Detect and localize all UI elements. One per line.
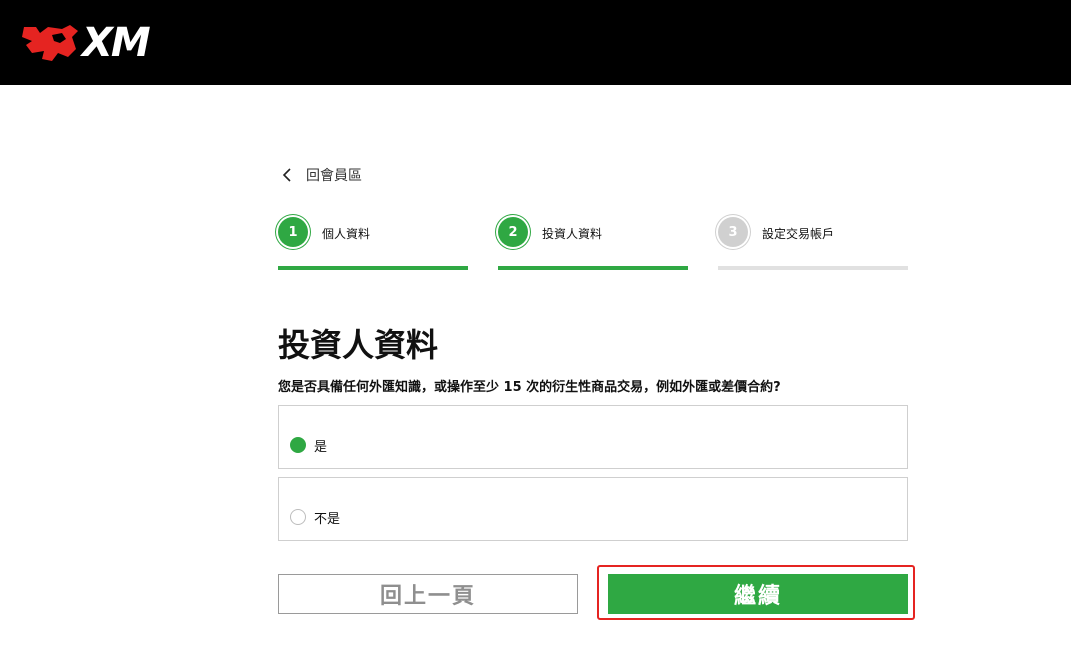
step-label: 設定交易帳戶	[762, 227, 835, 241]
step-progress-bar	[498, 266, 688, 270]
step-label: 投資人資料	[542, 227, 603, 241]
step-personal-info: 1 個人資料	[278, 216, 468, 272]
previous-page-button[interactable]: 回上一頁	[278, 574, 578, 614]
logo-text: XM	[82, 20, 151, 66]
step-number-3: 3	[718, 217, 748, 247]
back-link-label: 回會員區	[306, 168, 362, 184]
step-number-2: 2	[498, 217, 528, 247]
step-label: 個人資料	[322, 227, 371, 241]
option-label: 不是	[314, 512, 341, 527]
step-number-1: 1	[278, 217, 308, 247]
option-label: 是	[314, 440, 328, 455]
option-yes[interactable]: 是	[278, 405, 908, 469]
back-to-members-link[interactable]: 回會員區	[278, 165, 362, 185]
top-header: XM	[0, 0, 1071, 85]
option-no[interactable]: 不是	[278, 477, 908, 541]
page-title: 投資人資料	[278, 326, 439, 364]
radio-unselected[interactable]	[290, 509, 306, 525]
xm-logo[interactable]: XM	[22, 20, 151, 66]
step-investor-info: 2 投資人資料	[498, 216, 688, 272]
continue-button[interactable]: 繼續	[608, 574, 908, 614]
chevron-left-icon	[278, 166, 296, 184]
step-trading-account: 3 設定交易帳戶	[718, 216, 908, 272]
step-progress-bar	[718, 266, 908, 270]
question-text: 您是否具備任何外匯知識，或操作至少 15 次的衍生性商品交易，例如外匯或差價合約…	[278, 380, 781, 395]
bull-logo-icon	[22, 25, 78, 61]
step-progress-bar	[278, 266, 468, 270]
radio-selected[interactable]	[290, 437, 306, 453]
